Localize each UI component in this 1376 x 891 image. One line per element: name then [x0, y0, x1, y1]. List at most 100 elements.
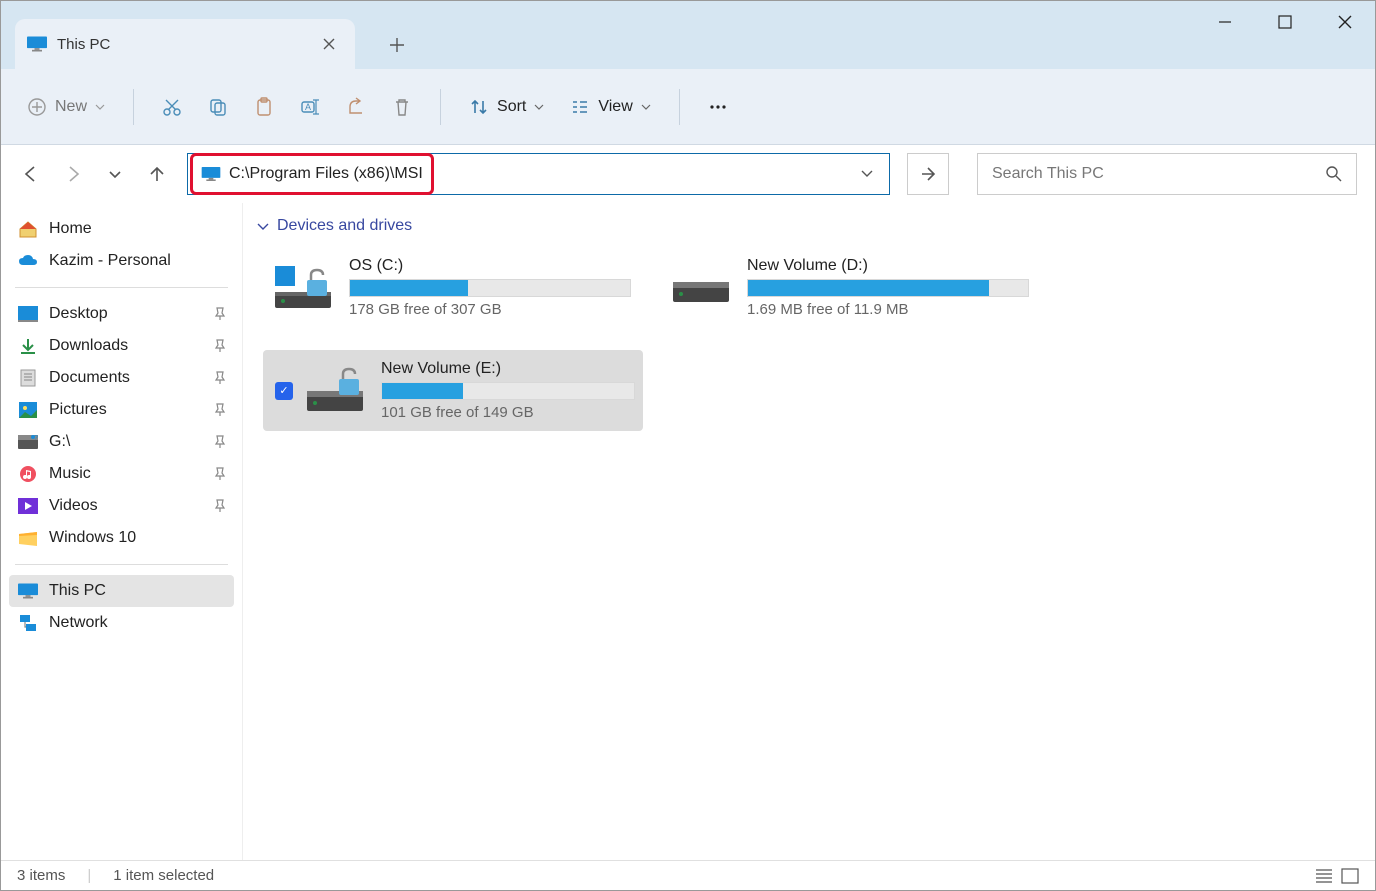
- address-path: C:\Program Files (x86)\MSI: [229, 165, 423, 183]
- details-view-icon[interactable]: [1315, 868, 1333, 884]
- pin-icon: [214, 339, 226, 353]
- sort-button[interactable]: Sort: [459, 89, 554, 125]
- maximize-button[interactable]: [1255, 1, 1315, 43]
- address-bar[interactable]: C:\Program Files (x86)\MSI: [187, 153, 890, 195]
- separator: [15, 287, 228, 288]
- sidebar-item-quick[interactable]: Documents: [9, 362, 234, 394]
- ellipsis-icon: [708, 97, 728, 117]
- sort-icon: [469, 97, 489, 117]
- sidebar-item-label: Network: [49, 614, 108, 632]
- rename-button[interactable]: A: [290, 89, 330, 125]
- forward-button[interactable]: [61, 162, 85, 186]
- new-button[interactable]: New: [17, 89, 115, 125]
- drive-icon: [669, 264, 733, 312]
- rename-icon: A: [300, 97, 320, 117]
- tiles-view-icon[interactable]: [1341, 868, 1359, 884]
- address-dropdown[interactable]: [853, 170, 881, 178]
- body: Home Kazim - Personal DesktopDownloads Do…: [1, 203, 1375, 860]
- sidebar-item-label: Documents: [49, 369, 130, 387]
- search-input[interactable]: Search This PC: [977, 153, 1357, 195]
- scissors-icon: [162, 97, 182, 117]
- sidebar-item-quick[interactable]: Downloads: [9, 330, 234, 362]
- navbar: C:\Program Files (x86)\MSI Search This P…: [1, 145, 1375, 203]
- chevron-down-icon: [257, 221, 269, 231]
- status-item-count: 3 items: [17, 867, 65, 884]
- paste-button[interactable]: [244, 89, 284, 125]
- svg-text:A: A: [305, 102, 311, 112]
- cloud-icon: [17, 251, 39, 271]
- address-highlight: C:\Program Files (x86)\MSI: [190, 153, 434, 195]
- sidebar-item-label: Videos: [49, 497, 98, 515]
- sidebar-item-quick[interactable]: Music: [9, 458, 234, 490]
- chevron-down-icon: [534, 104, 544, 110]
- up-button[interactable]: [145, 162, 169, 186]
- monitor-icon: [27, 36, 47, 52]
- folder-icon: [17, 528, 39, 548]
- folder-icon: [17, 496, 39, 516]
- separator: [440, 89, 441, 125]
- content-area: Devices and drives ✓OS (C:)178 GB free o…: [243, 203, 1375, 860]
- more-button[interactable]: [698, 89, 738, 125]
- sidebar: Home Kazim - Personal DesktopDownloads Do…: [1, 203, 243, 860]
- svg-text:?: ?: [34, 435, 38, 442]
- drive-name: New Volume (E:): [381, 360, 635, 378]
- back-button[interactable]: [19, 162, 43, 186]
- recent-button[interactable]: [103, 162, 127, 186]
- close-tab-icon[interactable]: [319, 34, 339, 54]
- view-button[interactable]: View: [560, 89, 660, 125]
- pin-icon: [214, 403, 226, 417]
- drive-item[interactable]: ✓OS (C:)178 GB free of 307 GB: [263, 247, 639, 328]
- sidebar-item-label: Music: [49, 465, 91, 483]
- share-button[interactable]: [336, 89, 376, 125]
- drive-free-text: 1.69 MB free of 11.9 MB: [747, 301, 1029, 318]
- sidebar-item-quick[interactable]: ?G:\: [9, 426, 234, 458]
- share-icon: [346, 97, 366, 117]
- plus-circle-icon: [27, 97, 47, 117]
- drive-name: New Volume (D:): [747, 257, 1029, 275]
- sidebar-item-onedrive[interactable]: Kazim - Personal: [9, 245, 234, 277]
- trash-icon: [392, 97, 412, 117]
- sidebar-item-this-pc[interactable]: This PC: [9, 575, 234, 607]
- separator: [679, 89, 680, 125]
- sidebar-item-quick[interactable]: Videos: [9, 490, 234, 522]
- tab-this-pc[interactable]: This PC: [15, 19, 355, 69]
- separator: [133, 89, 134, 125]
- sidebar-item-home[interactable]: Home: [9, 213, 234, 245]
- pin-icon: [214, 499, 226, 513]
- status-selected-count: 1 item selected: [113, 867, 214, 884]
- sidebar-item-label: Pictures: [49, 401, 107, 419]
- sidebar-item-network[interactable]: Network: [9, 607, 234, 639]
- go-button[interactable]: [907, 153, 949, 195]
- close-window-button[interactable]: [1315, 1, 1375, 43]
- pin-icon: [214, 371, 226, 385]
- sidebar-item-quick[interactable]: Windows 10: [9, 522, 234, 554]
- drive-free-text: 101 GB free of 149 GB: [381, 404, 635, 421]
- sidebar-item-quick[interactable]: Pictures: [9, 394, 234, 426]
- new-tab-button[interactable]: [379, 27, 415, 63]
- statusbar: 3 items | 1 item selected: [1, 860, 1375, 890]
- folder-icon: ?: [17, 432, 39, 452]
- cut-button[interactable]: [152, 89, 192, 125]
- sidebar-item-label: Windows 10: [49, 529, 136, 547]
- clipboard-icon: [254, 97, 274, 117]
- network-icon: [17, 613, 39, 633]
- minimize-button[interactable]: [1195, 1, 1255, 43]
- drive-usage-bar: [349, 279, 631, 297]
- delete-button[interactable]: [382, 89, 422, 125]
- copy-button[interactable]: [198, 89, 238, 125]
- drive-usage-bar: [747, 279, 1029, 297]
- chevron-down-icon: [95, 104, 105, 110]
- pin-icon: [214, 467, 226, 481]
- drive-item[interactable]: ✓New Volume (D:)1.69 MB free of 11.9 MB: [661, 247, 1037, 328]
- search-placeholder: Search This PC: [992, 165, 1104, 183]
- pin-icon: [214, 435, 226, 449]
- drive-item[interactable]: ✓ New Volume (E:) 101 GB free of 149 GB: [263, 350, 643, 431]
- section-devices-drives[interactable]: Devices and drives: [257, 217, 1355, 235]
- tab-title: This PC: [57, 36, 110, 53]
- sort-label: Sort: [497, 98, 526, 116]
- home-icon: [17, 219, 39, 239]
- sidebar-item-quick[interactable]: Desktop: [9, 298, 234, 330]
- copy-icon: [208, 97, 228, 117]
- sidebar-item-label: Kazim - Personal: [49, 252, 171, 270]
- checkbox-icon[interactable]: ✓: [275, 382, 293, 400]
